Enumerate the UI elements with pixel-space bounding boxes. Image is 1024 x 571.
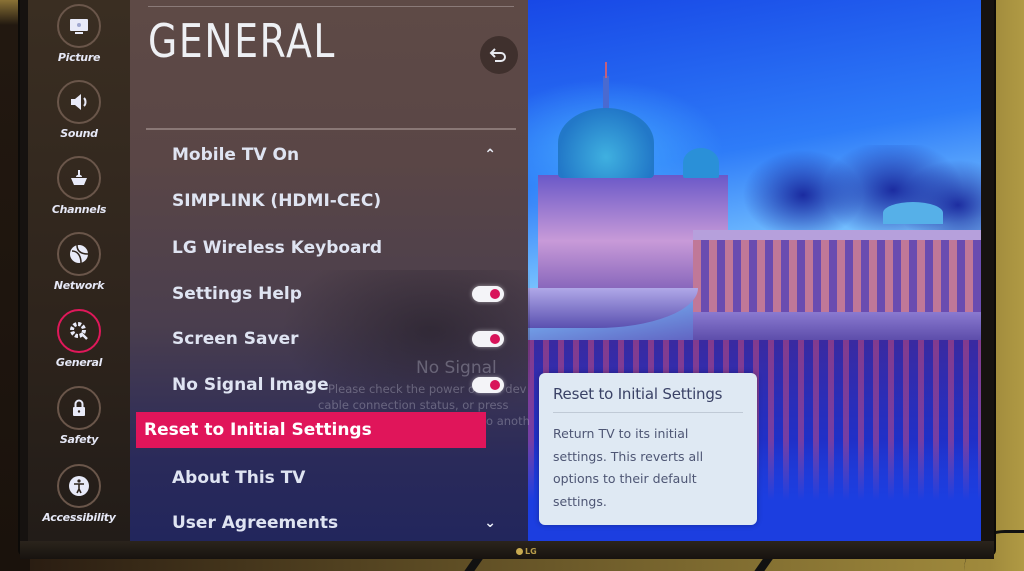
no-signal-line3: o anoth [486, 414, 530, 428]
sidebar-circle [57, 156, 101, 200]
tv-bottom-bezel [20, 541, 994, 559]
sidebar-circle [57, 309, 101, 353]
tooltip-body: Return TV to its initial settings. This … [553, 426, 704, 509]
menu-item-user-agreements[interactable]: User Agreements ⌄ [144, 505, 514, 541]
menu-item-no-signal-image[interactable]: No Signal Image [144, 367, 514, 403]
river-wall [693, 312, 981, 342]
sound-icon [71, 94, 87, 110]
tooltip-divider [553, 412, 743, 413]
menu-item-lg-wireless-keyboard[interactable]: LG Wireless Keyboard [144, 230, 514, 266]
menu-item-label: Reset to Initial Settings [144, 420, 372, 440]
cathedral-spire [603, 76, 609, 112]
sidebar-label: Network [53, 279, 105, 292]
sidebar-label: Channels [51, 203, 107, 216]
sidebar-label: Safety [59, 433, 99, 446]
accessibility-icon [69, 476, 89, 496]
sidebar-item-accessibility[interactable]: Accessibility [28, 464, 130, 524]
tv-screen: Picture Sound Channels Network General S… [28, 0, 981, 541]
menu-item-label: SIMPLINK (HDMI-CEC) [172, 191, 382, 211]
menu-item-label: Settings Help [172, 284, 302, 304]
sidebar-item-sound[interactable]: Sound [28, 80, 130, 140]
picture-icon [70, 19, 88, 34]
menu-item-mobile-tv-on[interactable]: Mobile TV On ⌃ [144, 137, 514, 173]
menu-item-label: Screen Saver [172, 329, 299, 349]
no-signal-image-toggle[interactable] [472, 377, 504, 393]
menu-item-settings-help[interactable]: Settings Help [144, 276, 514, 312]
menu-item-reset-to-initial-settings[interactable]: Reset to Initial Settings [136, 412, 486, 448]
chevron-up-icon[interactable]: ⌃ [484, 147, 496, 163]
sidebar-item-general[interactable]: General [28, 309, 130, 369]
menu-item-label: About This TV [172, 468, 306, 488]
cathedral-spire-top [605, 62, 607, 78]
lg-logo-icon [516, 548, 523, 555]
colonnade [693, 230, 981, 315]
toggle-knob [490, 334, 500, 344]
sidebar-label: General [55, 356, 103, 369]
lg-logo-text: LG [525, 547, 537, 556]
toggle-knob [490, 289, 500, 299]
menu-item-label: User Agreements [172, 513, 339, 533]
toggle-knob [490, 380, 500, 390]
sidebar-item-safety[interactable]: Safety [28, 386, 130, 446]
sidebar-label: Accessibility [42, 511, 116, 524]
tooltip-title: Reset to Initial Settings [553, 385, 723, 403]
sidebar-circle [57, 232, 101, 276]
sidebar-circle [57, 386, 101, 430]
menu-item-label: No Signal Image [172, 375, 329, 395]
sidebar-circle [57, 80, 101, 124]
settings-sidebar: Picture Sound Channels Network General S… [28, 0, 130, 541]
menu-item-simplink[interactable]: SIMPLINK (HDMI-CEC) [144, 183, 514, 219]
sidebar-item-network[interactable]: Network [28, 232, 130, 292]
sidebar-circle [57, 4, 101, 48]
back-icon [489, 48, 506, 62]
general-icon [70, 322, 88, 340]
colonnade-dome [883, 202, 943, 224]
sidebar-label: Picture [57, 51, 101, 64]
menu-item-screen-saver[interactable]: Screen Saver [144, 321, 514, 357]
menu-item-label: LG Wireless Keyboard [172, 238, 383, 258]
network-icon [70, 244, 89, 264]
back-button[interactable] [480, 36, 518, 74]
menu-item-label: Mobile TV On [172, 145, 300, 165]
screen-saver-toggle[interactable] [472, 331, 504, 347]
small-dome [683, 148, 719, 178]
cathedral-dome [558, 108, 654, 178]
sidebar-label: Sound [60, 127, 98, 140]
help-tooltip: Reset to Initial Settings Return TV to i… [539, 373, 757, 525]
sidebar-item-channels[interactable]: Channels [28, 156, 130, 216]
lg-logo: LG [516, 547, 537, 556]
page-title: GENERAL [148, 14, 337, 68]
lock-icon [73, 399, 85, 416]
header-divider [146, 128, 516, 130]
sidebar-item-picture[interactable]: Picture [28, 4, 130, 64]
channels-icon [71, 170, 87, 185]
top-divider [148, 6, 514, 7]
chevron-down-icon[interactable]: ⌄ [484, 515, 496, 531]
sidebar-circle [57, 464, 101, 508]
settings-help-toggle[interactable] [472, 286, 504, 302]
menu-item-about-this-tv[interactable]: About This TV [144, 460, 514, 496]
bridge [528, 288, 698, 328]
